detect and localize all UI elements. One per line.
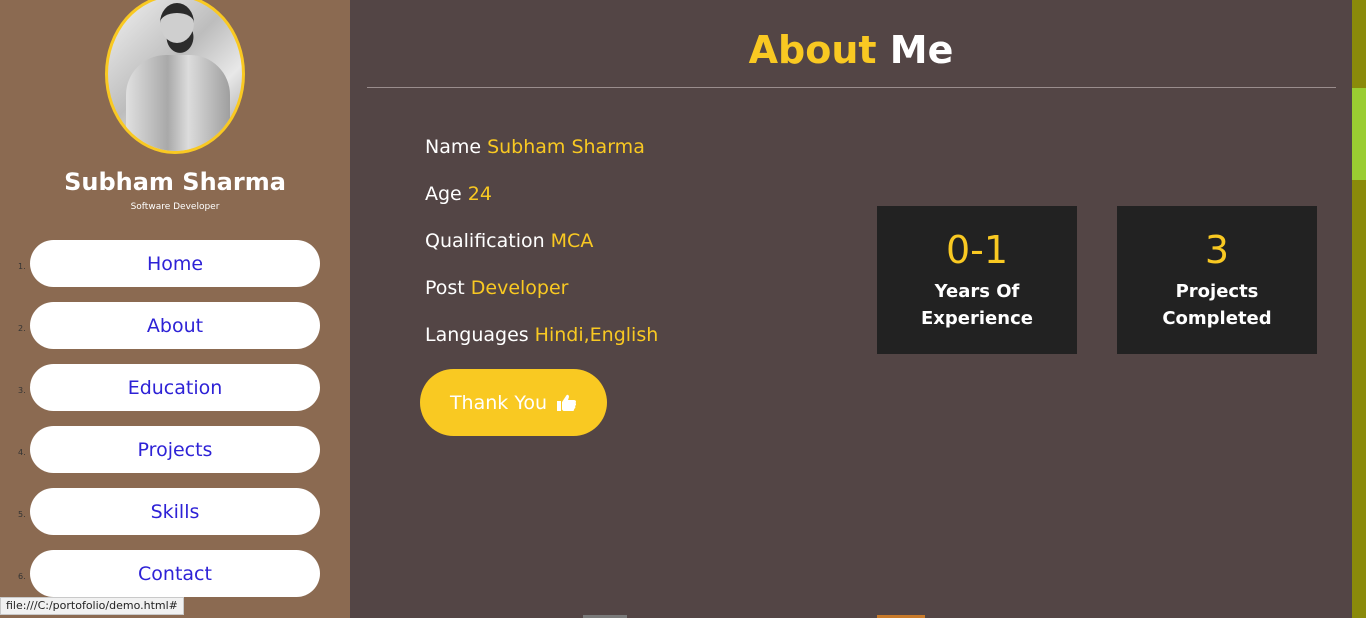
nav-item-skills: 5. Skills — [0, 488, 350, 535]
title-rest: Me — [889, 28, 954, 72]
nav-button-contact[interactable]: Contact — [30, 550, 320, 597]
nav-button-education[interactable]: Education — [30, 364, 320, 411]
info-row-age: Age 24 — [425, 183, 492, 205]
nav-number: 4. — [18, 448, 26, 457]
nav-item-contact: 6. Contact — [0, 550, 350, 597]
info-value: Developer — [470, 277, 569, 299]
info-row-languages: Languages Hindi,English — [425, 324, 658, 346]
page-title: About Me — [350, 28, 1352, 72]
info-row-qualification: Qualification MCA — [425, 230, 593, 252]
nav-number: 3. — [18, 386, 26, 395]
nav-item-home: 1. Home — [0, 240, 350, 287]
nav-number: 1. — [18, 262, 26, 271]
stat-number: 3 — [1204, 228, 1230, 272]
profile-role: Software Developer — [130, 202, 220, 212]
stat-number: 0-1 — [945, 228, 1009, 272]
stat-label: Projects Completed — [1162, 281, 1272, 329]
info-label: Languages — [425, 324, 529, 346]
title-divider — [367, 87, 1336, 88]
avatar-body — [126, 55, 230, 151]
nav-number: 2. — [18, 324, 26, 333]
nav-button-skills[interactable]: Skills — [30, 488, 320, 535]
nav-button-projects[interactable]: Projects — [30, 426, 320, 473]
nav-item-projects: 4. Projects — [0, 426, 350, 473]
info-row-name: Name Subham Sharma — [425, 136, 645, 158]
status-bar-url: file:///C:/portofolio/demo.html# — [0, 597, 184, 615]
info-value: 24 — [467, 183, 492, 205]
sidebar: Subham Sharma Software Developer 1. Home… — [0, 0, 350, 618]
info-label: Name — [425, 136, 482, 158]
title-accent: About — [748, 28, 877, 72]
avatar — [105, 0, 245, 154]
info-row-post: Post Developer — [425, 277, 568, 299]
info-value: MCA — [550, 230, 594, 252]
avatar-face — [160, 3, 194, 43]
stat-card-projects: 3 Projects Completed — [1117, 206, 1317, 354]
nav-number: 6. — [18, 572, 26, 581]
info-label: Qualification — [425, 230, 545, 252]
info-label: Post — [425, 277, 465, 299]
thank-you-button[interactable]: Thank You — [420, 369, 607, 436]
info-value: Subham Sharma — [487, 136, 645, 158]
scrollbar-thumb[interactable] — [1352, 88, 1366, 180]
nav-item-about: 2. About — [0, 302, 350, 349]
thumbs-up-icon — [557, 394, 577, 411]
stat-card-experience: 0-1 Years Of Experience — [877, 206, 1077, 354]
info-value: Hindi,English — [534, 324, 659, 346]
nav-button-about[interactable]: About — [30, 302, 320, 349]
stat-label: Years Of Experience — [921, 281, 1033, 329]
thank-you-label: Thank You — [449, 391, 548, 414]
nav-item-education: 3. Education — [0, 364, 350, 411]
info-label: Age — [425, 183, 462, 205]
profile-name: Subham Sharma — [64, 168, 286, 196]
nav-number: 5. — [18, 510, 26, 519]
nav-button-home[interactable]: Home — [30, 240, 320, 287]
